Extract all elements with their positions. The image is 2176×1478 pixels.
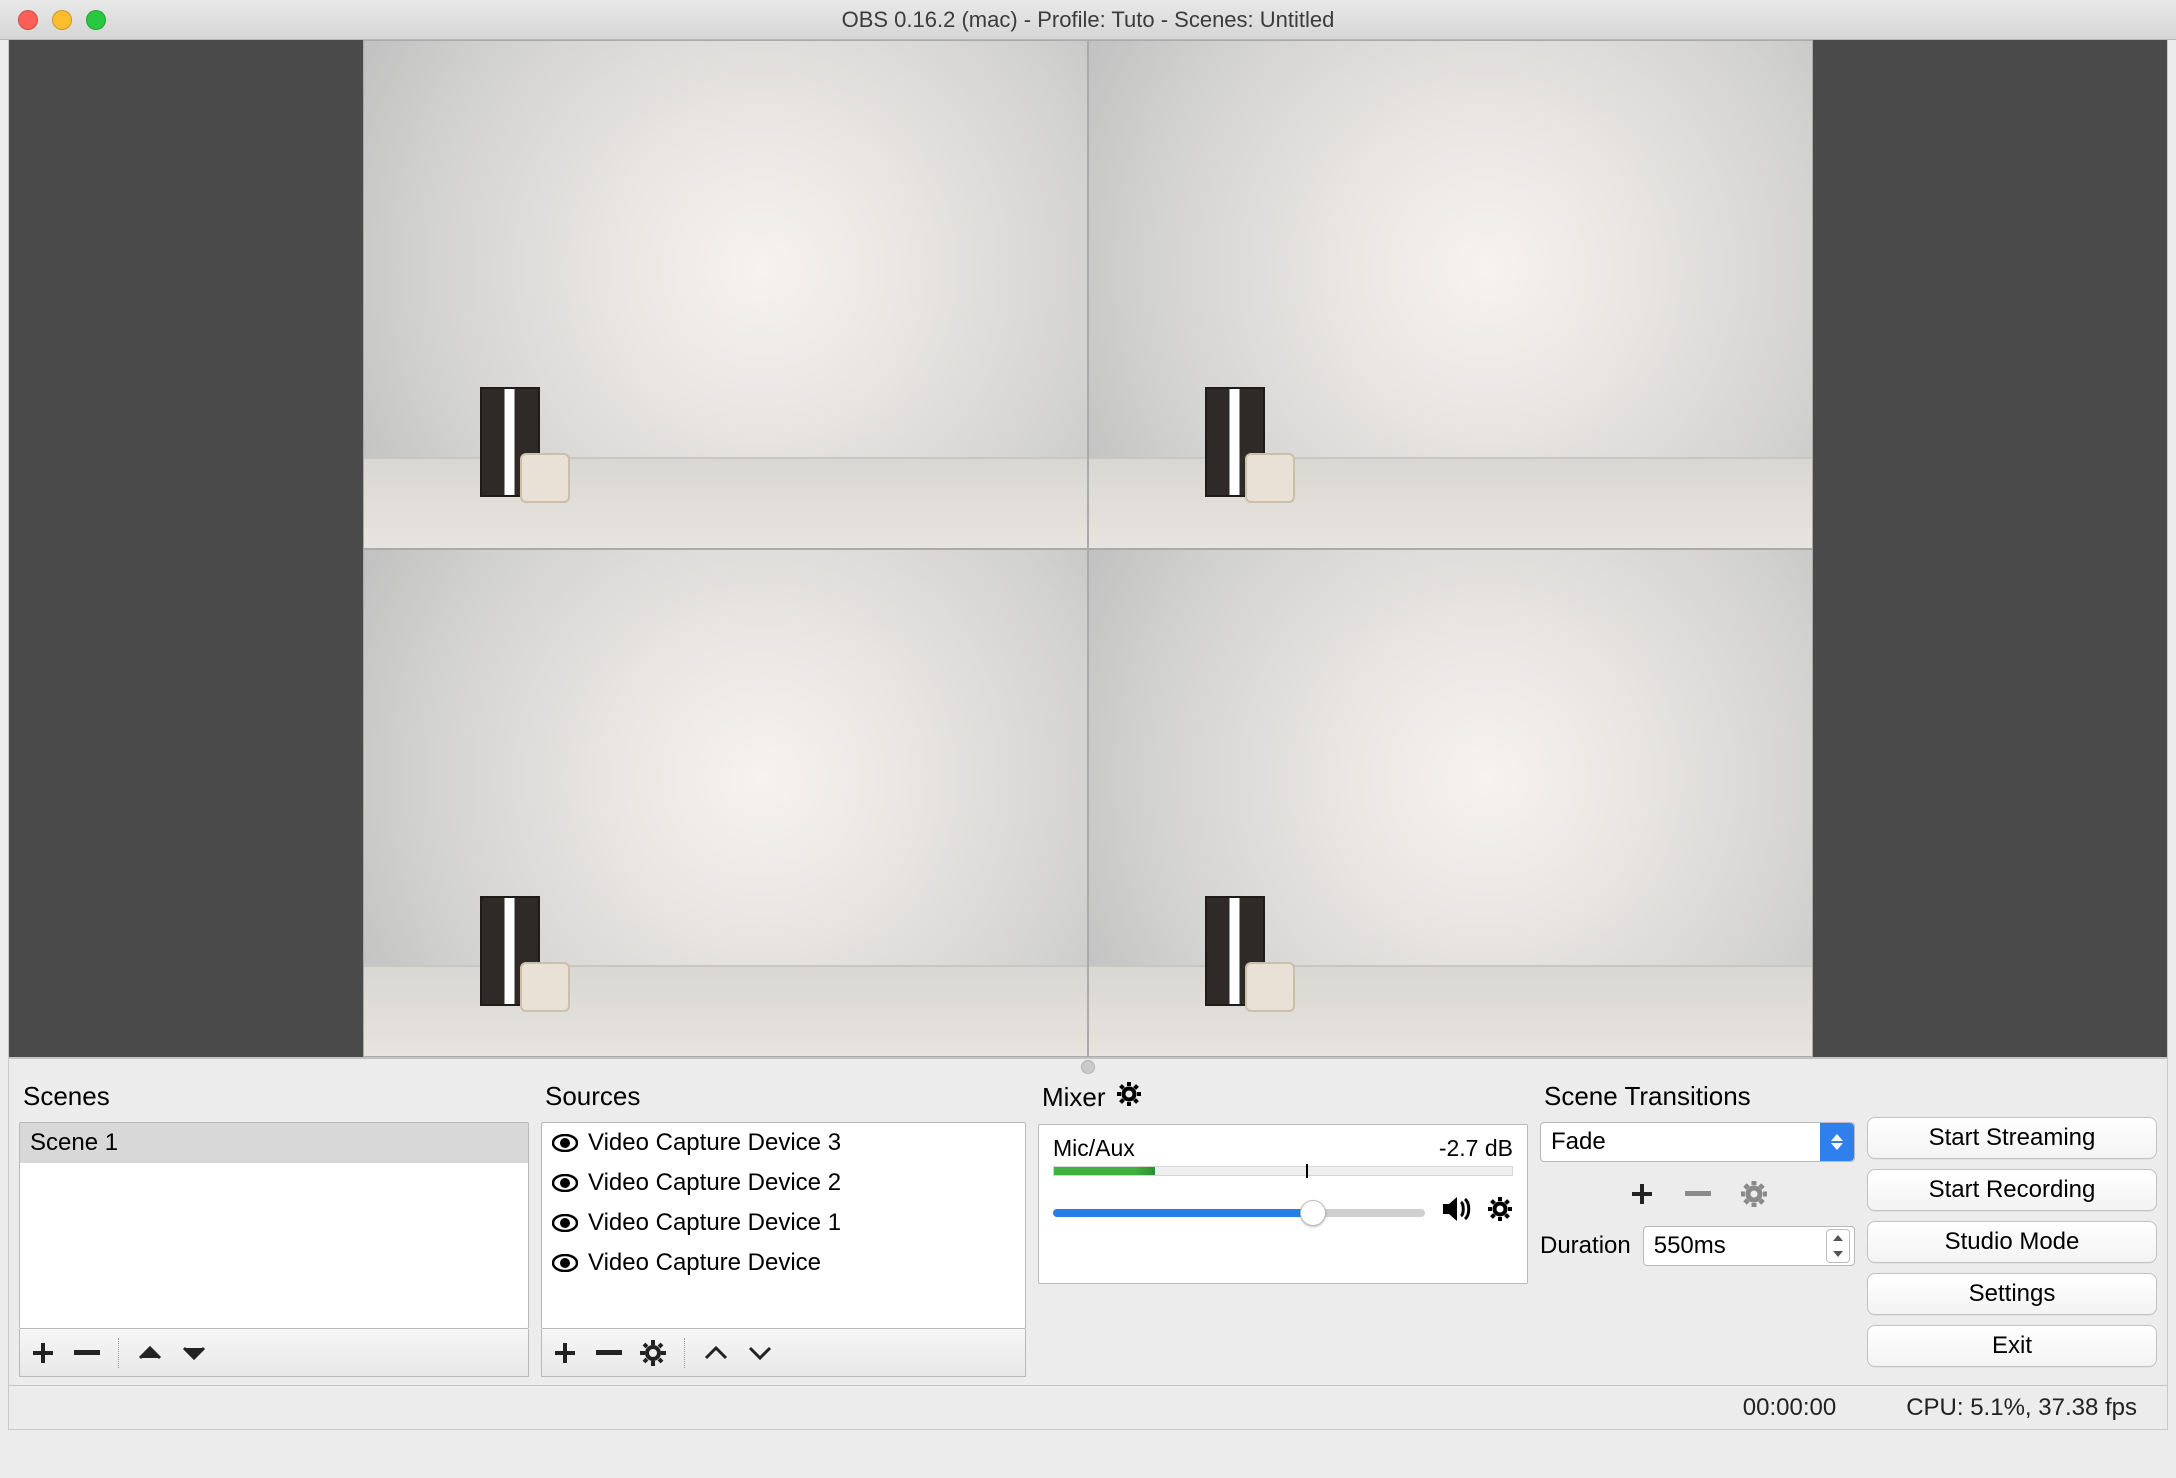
gear-icon bbox=[1740, 1180, 1768, 1208]
duration-spinner[interactable]: 550ms bbox=[1643, 1226, 1855, 1266]
scenes-header: Scenes bbox=[19, 1075, 529, 1122]
sources-properties-button[interactable] bbox=[638, 1335, 668, 1371]
app-window: Scenes Scene 1 bbox=[8, 40, 2168, 1430]
mixer-channel-level: -2.7 dB bbox=[1439, 1135, 1513, 1162]
preview-area bbox=[9, 40, 2167, 1059]
scene-row[interactable]: Scene 1 bbox=[20, 1123, 528, 1163]
preview-feed-2[interactable] bbox=[1088, 40, 1813, 549]
control-buttons: Start Streaming Start Recording Studio M… bbox=[1867, 1075, 2157, 1377]
audio-meter bbox=[1053, 1166, 1513, 1176]
window-controls bbox=[0, 10, 106, 30]
start-streaming-button[interactable]: Start Streaming bbox=[1867, 1117, 2157, 1159]
minus-icon bbox=[74, 1349, 100, 1357]
minus-icon bbox=[1685, 1190, 1711, 1198]
separator bbox=[684, 1338, 685, 1368]
source-row-label: Video Capture Device 2 bbox=[588, 1169, 841, 1197]
spinner-stepper[interactable] bbox=[1826, 1229, 1850, 1263]
status-bar: 00:00:00 CPU: 5.1%, 37.38 fps bbox=[9, 1385, 2167, 1429]
exit-button[interactable]: Exit bbox=[1867, 1325, 2157, 1367]
sources-move-up-button[interactable] bbox=[701, 1335, 731, 1371]
sources-panel: Sources Video Capture Device 3 Video Cap… bbox=[541, 1075, 1026, 1377]
vertical-resize-handle[interactable] bbox=[9, 1059, 2167, 1075]
eye-icon[interactable] bbox=[552, 1214, 578, 1232]
scenes-move-down-button[interactable] bbox=[179, 1335, 209, 1371]
zoom-window-button[interactable] bbox=[86, 10, 106, 30]
chevron-down-icon bbox=[747, 1344, 773, 1362]
sources-toolbar bbox=[541, 1329, 1026, 1377]
transitions-header: Scene Transitions bbox=[1540, 1075, 1855, 1122]
chevron-down-icon bbox=[181, 1344, 207, 1362]
eye-icon[interactable] bbox=[552, 1254, 578, 1272]
mute-button[interactable] bbox=[1441, 1196, 1471, 1229]
scenes-toolbar bbox=[19, 1329, 529, 1377]
spinner-down[interactable] bbox=[1827, 1246, 1849, 1262]
minimize-window-button[interactable] bbox=[52, 10, 72, 30]
status-cpu: CPU: 5.1%, 37.38 fps bbox=[1906, 1394, 2137, 1422]
volume-slider[interactable] bbox=[1053, 1209, 1425, 1217]
scene-row-label: Scene 1 bbox=[30, 1129, 118, 1157]
duration-label: Duration bbox=[1540, 1232, 1631, 1260]
settings-button[interactable]: Settings bbox=[1867, 1273, 2157, 1315]
scenes-list[interactable]: Scene 1 bbox=[19, 1122, 529, 1329]
transition-add-button[interactable] bbox=[1627, 1176, 1657, 1212]
mixer-panel: Mixer Mic/Aux -2.7 dB bbox=[1038, 1075, 1528, 1377]
transitions-panel: Scene Transitions Fade Duration bbox=[1540, 1075, 1855, 1377]
transition-remove-button[interactable] bbox=[1683, 1176, 1713, 1212]
transition-settings-button[interactable] bbox=[1739, 1176, 1769, 1212]
minus-icon bbox=[596, 1349, 622, 1357]
sources-add-button[interactable] bbox=[550, 1335, 580, 1371]
source-row[interactable]: Video Capture Device 2 bbox=[542, 1163, 1025, 1203]
lower-panels: Scenes Scene 1 bbox=[9, 1075, 2167, 1385]
transition-select[interactable]: Fade bbox=[1540, 1122, 1855, 1162]
sources-list[interactable]: Video Capture Device 3 Video Capture Dev… bbox=[541, 1122, 1026, 1329]
preview-feed-4[interactable] bbox=[1088, 549, 1813, 1058]
preview-feed-1[interactable] bbox=[363, 40, 1088, 549]
scenes-panel: Scenes Scene 1 bbox=[19, 1075, 529, 1377]
gear-icon bbox=[639, 1339, 667, 1367]
speaker-icon bbox=[1441, 1196, 1471, 1222]
select-stepper-icon bbox=[1820, 1123, 1854, 1161]
scenes-add-button[interactable] bbox=[28, 1335, 58, 1371]
source-row[interactable]: Video Capture Device bbox=[542, 1243, 1025, 1283]
titlebar: OBS 0.16.2 (mac) - Profile: Tuto - Scene… bbox=[0, 0, 2176, 40]
preview-feed-3[interactable] bbox=[363, 549, 1088, 1058]
chevron-up-icon bbox=[703, 1344, 729, 1362]
chevron-up-icon bbox=[137, 1344, 163, 1362]
status-time: 00:00:00 bbox=[1743, 1394, 1836, 1422]
source-row-label: Video Capture Device 1 bbox=[588, 1209, 841, 1237]
gear-icon bbox=[1116, 1081, 1142, 1107]
scenes-move-up-button[interactable] bbox=[135, 1335, 165, 1371]
mixer-channel-name: Mic/Aux bbox=[1053, 1135, 1135, 1162]
studio-mode-button[interactable]: Studio Mode bbox=[1867, 1221, 2157, 1263]
preview-canvas[interactable] bbox=[363, 40, 1813, 1057]
source-row-label: Video Capture Device bbox=[588, 1249, 821, 1277]
transition-selected: Fade bbox=[1551, 1128, 1606, 1156]
source-row[interactable]: Video Capture Device 1 bbox=[542, 1203, 1025, 1243]
eye-icon[interactable] bbox=[552, 1134, 578, 1152]
window-title: OBS 0.16.2 (mac) - Profile: Tuto - Scene… bbox=[0, 7, 2176, 33]
scenes-remove-button[interactable] bbox=[72, 1335, 102, 1371]
sources-move-down-button[interactable] bbox=[745, 1335, 775, 1371]
mixer-settings-button[interactable] bbox=[1116, 1081, 1142, 1114]
sources-header: Sources bbox=[541, 1075, 1026, 1122]
start-recording-button[interactable]: Start Recording bbox=[1867, 1169, 2157, 1211]
separator bbox=[118, 1338, 119, 1368]
mixer-header-label: Mixer bbox=[1042, 1082, 1106, 1113]
plus-icon bbox=[30, 1340, 56, 1366]
mixer-channel: Mic/Aux -2.7 dB bbox=[1038, 1124, 1528, 1284]
source-row[interactable]: Video Capture Device 3 bbox=[542, 1123, 1025, 1163]
duration-value: 550ms bbox=[1654, 1232, 1820, 1260]
plus-icon bbox=[552, 1340, 578, 1366]
spinner-up[interactable] bbox=[1827, 1230, 1849, 1246]
eye-icon[interactable] bbox=[552, 1174, 578, 1192]
channel-settings-button[interactable] bbox=[1487, 1196, 1513, 1229]
plus-icon bbox=[1629, 1181, 1655, 1207]
sources-remove-button[interactable] bbox=[594, 1335, 624, 1371]
source-row-label: Video Capture Device 3 bbox=[588, 1129, 841, 1157]
mixer-header: Mixer bbox=[1038, 1075, 1528, 1124]
gear-icon bbox=[1487, 1196, 1513, 1222]
close-window-button[interactable] bbox=[18, 10, 38, 30]
